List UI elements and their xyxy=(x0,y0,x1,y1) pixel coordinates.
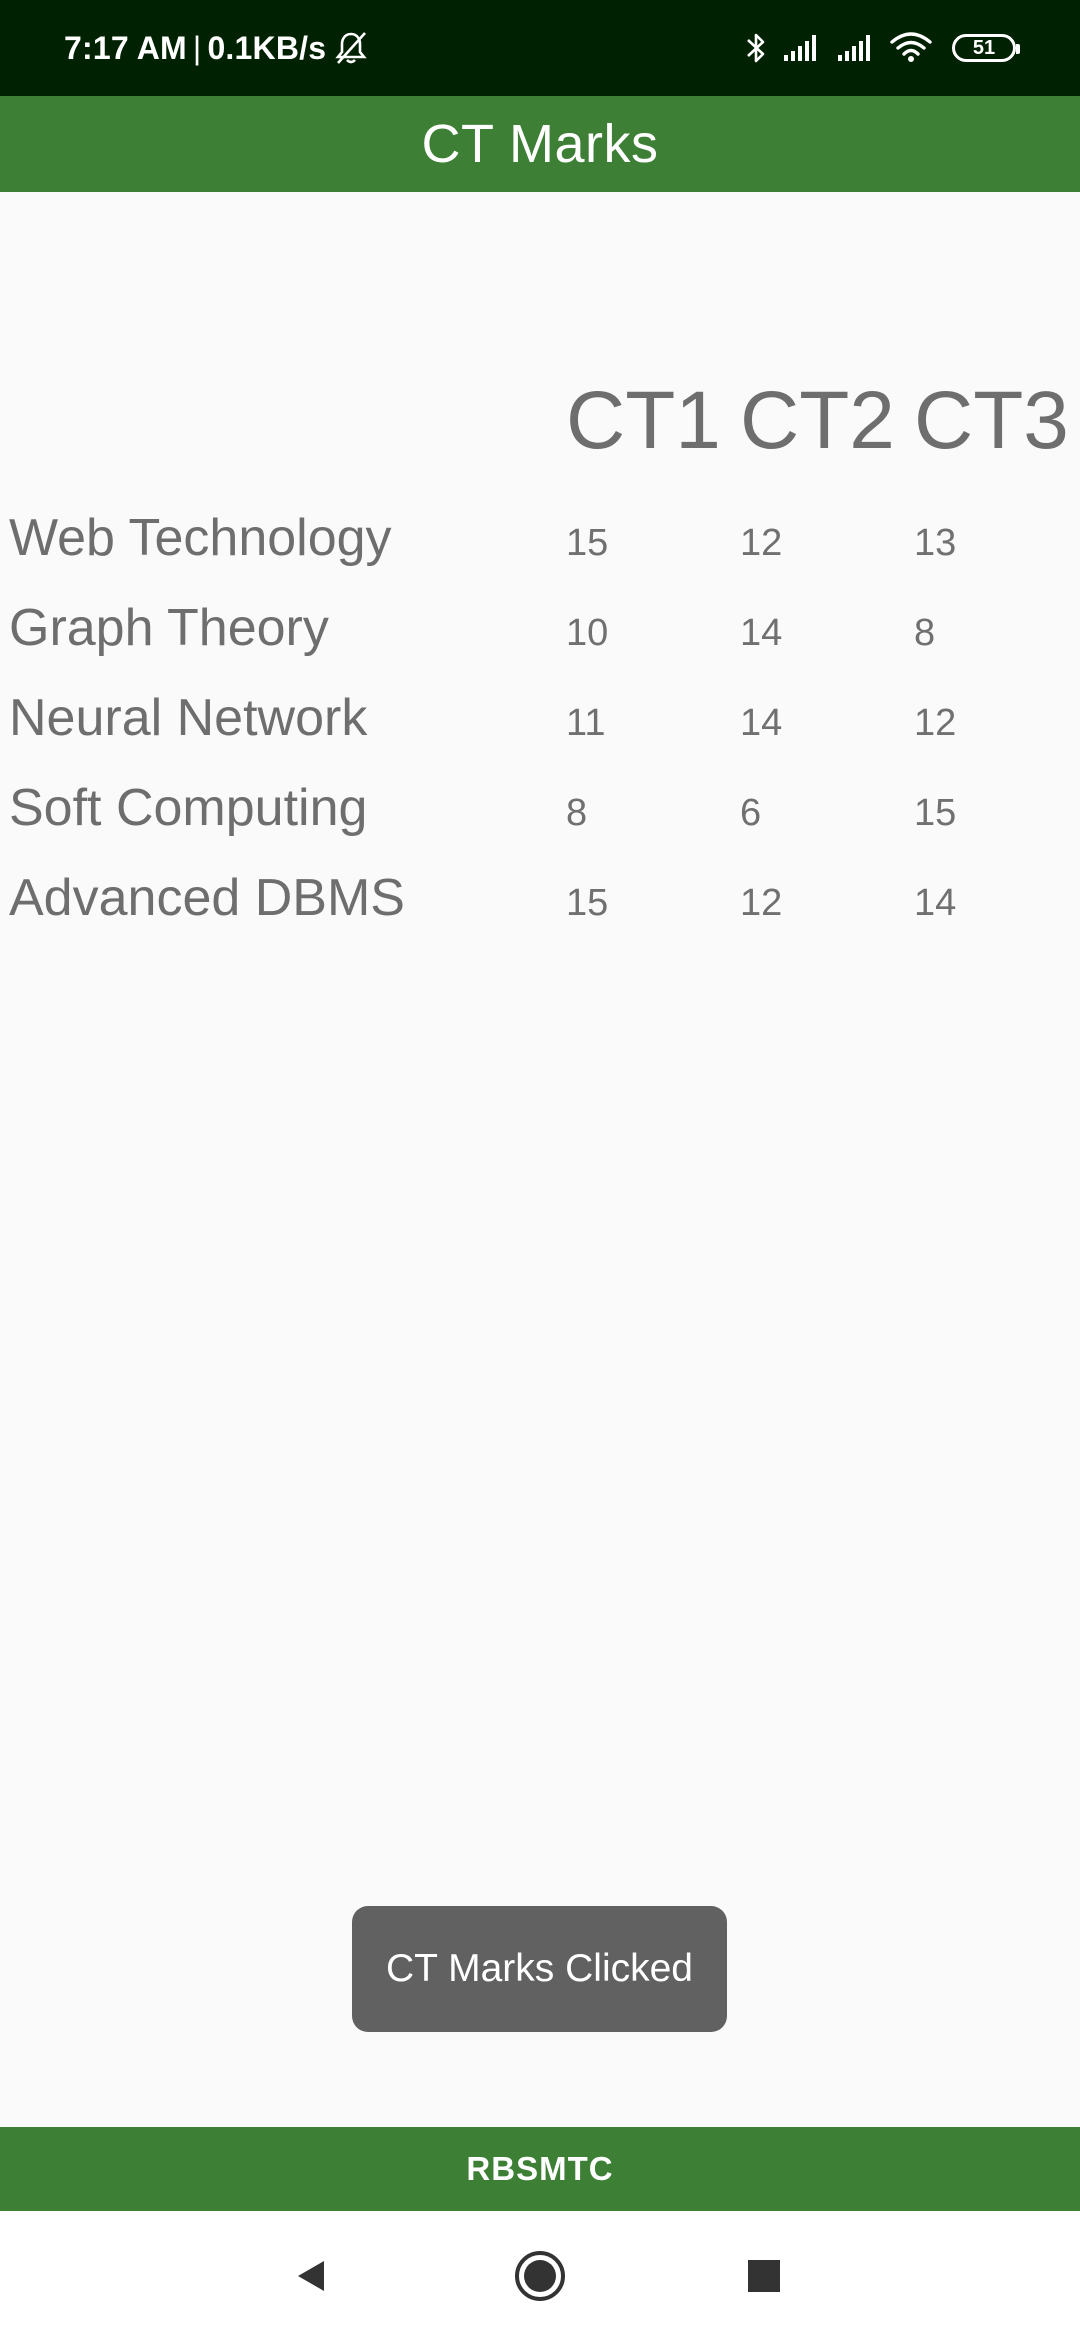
status-bar: 7:17 AM | 0.1KB/s 51 xyxy=(0,0,1080,96)
mark-ct2: 14 xyxy=(740,702,783,744)
status-right: 51 xyxy=(744,0,1020,96)
back-button[interactable] xyxy=(252,2211,372,2340)
mark-ct3: 8 xyxy=(914,612,936,654)
mark-ct2: 14 xyxy=(740,612,783,654)
signal-icon xyxy=(782,33,822,63)
mark-ct1: 10 xyxy=(566,612,609,654)
bell-off-icon xyxy=(334,30,368,66)
status-separator: | xyxy=(192,29,202,66)
nav-bar xyxy=(0,2211,1080,2340)
column-header-ct1: CT1 xyxy=(566,375,721,466)
subject-name: Advanced DBMS xyxy=(9,869,405,927)
mark-ct2: 12 xyxy=(740,522,783,564)
battery-level: 51 xyxy=(972,36,996,59)
mark-ct3: 15 xyxy=(914,792,957,834)
column-header-ct3: CT3 xyxy=(914,375,1069,466)
home-icon xyxy=(515,2250,565,2301)
screen: 7:17 AM | 0.1KB/s 51 CT Marks CT1 CT2 CT… xyxy=(0,0,1080,2340)
subject-name: Neural Network xyxy=(9,689,368,747)
signal-icon xyxy=(836,33,876,63)
mark-ct2: 6 xyxy=(740,792,762,834)
home-button[interactable] xyxy=(480,2211,600,2340)
footer-label: RBSMTC xyxy=(466,2150,614,2187)
network-speed: 0.1KB/s xyxy=(207,29,327,66)
subject-name: Web Technology xyxy=(9,509,392,567)
subject-name: Soft Computing xyxy=(9,779,368,837)
toast-message: CT Marks Clicked xyxy=(386,1947,693,1990)
mark-ct2: 12 xyxy=(740,882,783,924)
recents-button[interactable] xyxy=(704,2211,824,2340)
back-icon xyxy=(298,2260,324,2291)
mark-ct1: 8 xyxy=(566,792,588,834)
mark-ct1: 15 xyxy=(566,522,609,564)
status-time: 7:17 AM xyxy=(64,29,187,66)
mark-ct3: 14 xyxy=(914,882,957,924)
mark-ct3: 12 xyxy=(914,702,957,744)
battery-icon: 51 xyxy=(952,34,1020,62)
toast: CT Marks Clicked xyxy=(352,1906,727,2032)
status-left: 7:17 AM | 0.1KB/s xyxy=(64,0,368,96)
mark-ct3: 13 xyxy=(914,522,957,564)
wifi-icon xyxy=(890,32,932,64)
column-header-ct2: CT2 xyxy=(740,375,895,466)
mark-ct1: 11 xyxy=(566,702,606,744)
subject-name: Graph Theory xyxy=(9,599,329,657)
bluetooth-icon xyxy=(744,30,768,66)
recents-icon xyxy=(748,2259,780,2292)
footer: RBSMTC xyxy=(0,2127,1080,2211)
mark-ct1: 15 xyxy=(566,882,609,924)
page-title: CT Marks xyxy=(421,114,659,174)
app-bar: CT Marks xyxy=(0,96,1080,192)
